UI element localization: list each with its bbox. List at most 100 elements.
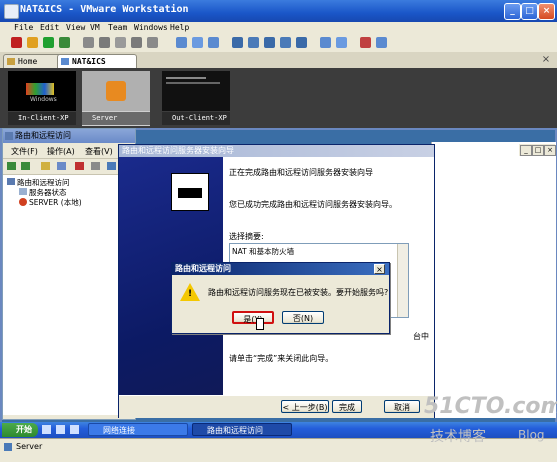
- tab-nat-ics[interactable]: NAT&ICS: [57, 54, 137, 68]
- thumbnail-label: In-Client-XP: [8, 112, 76, 125]
- summary-scrollbar[interactable]: [397, 244, 408, 317]
- team-icon[interactable]: [147, 37, 158, 48]
- console-text-line: [166, 77, 206, 79]
- toolbar: [0, 35, 557, 53]
- mmc-menu-action[interactable]: 操作(A): [47, 146, 75, 157]
- record-icon[interactable]: [376, 37, 387, 48]
- taskbar-item-rras[interactable]: 路由和远程访问: [192, 423, 292, 436]
- show-tree-icon[interactable]: [57, 162, 66, 170]
- folder-up-icon[interactable]: [41, 162, 50, 170]
- console-tree: 路由和远程访问 服务器状态 SERVER (本地): [3, 175, 135, 415]
- mmc-window: 路由和远程访问 文件(F) 操作(A) 查看(V) 路由和远程访问 服务器状态 …: [2, 128, 136, 420]
- tab-home-label: Home: [18, 57, 38, 66]
- behind-text: 台中: [413, 332, 429, 341]
- mmc-menu-view[interactable]: 查看(V): [85, 146, 113, 157]
- pause-icon[interactable]: [27, 37, 38, 48]
- mouse-cursor-icon: [256, 318, 264, 330]
- home-icon: [7, 58, 15, 65]
- windows-logo-text: Windows: [30, 96, 57, 103]
- mmc-menu-file[interactable]: 文件(F): [11, 146, 38, 157]
- tab-bar: Home NAT&ICS ×: [0, 52, 557, 69]
- vmware-logo-icon: [106, 81, 126, 101]
- vm-screen-preview: [82, 71, 150, 111]
- network-icon[interactable]: [192, 37, 203, 48]
- tree-item-server-local[interactable]: SERVER (本地): [29, 197, 82, 208]
- dialog-title: 路由和远程访问: [172, 263, 389, 275]
- confirm-dialog: 路由和远程访问 × ! 路由和远程访问服务现在已被安装。要开始服务吗? 是(Y)…: [171, 262, 390, 334]
- summary-icon[interactable]: [208, 37, 219, 48]
- snapshot-icon[interactable]: [83, 37, 94, 48]
- guest-close-button[interactable]: ×: [544, 145, 556, 156]
- vmware-app-icon: [4, 4, 19, 19]
- reset-icon[interactable]: [59, 37, 70, 48]
- menu-file[interactable]: File: [14, 23, 33, 32]
- forward-arrow-icon[interactable]: [21, 162, 30, 170]
- menu-view[interactable]: View: [66, 23, 85, 32]
- cancel-button[interactable]: 取消: [384, 400, 420, 413]
- stop-icon[interactable]: [11, 37, 22, 48]
- wizard-success-text: 您已成功完成路由和远程访问服务器安装向导。: [229, 200, 397, 209]
- finish-button[interactable]: 完成: [332, 400, 362, 413]
- vm-screen-preview: [162, 71, 230, 111]
- dialog-close-button[interactable]: ×: [374, 264, 385, 274]
- console-text-line: [166, 82, 220, 84]
- sidebar-toggle-icon[interactable]: [296, 37, 307, 48]
- vm-icon: [61, 58, 69, 65]
- server-down-icon: [19, 198, 27, 206]
- wizard-title: 路由和远程访问服务器安装向导: [119, 145, 434, 157]
- properties-icon[interactable]: [91, 162, 100, 170]
- guest-minimize-button[interactable]: _: [520, 145, 532, 156]
- close-tab-button[interactable]: ×: [540, 54, 552, 66]
- guest-maximize-button[interactable]: □: [532, 145, 544, 156]
- settings-icon[interactable]: [176, 37, 187, 48]
- thumbnail-server[interactable]: Server: [82, 71, 150, 126]
- thumbnail-label: Out-Client-XP: [162, 112, 230, 125]
- window-title: NAT&ICS - VMware Workstation: [20, 4, 189, 15]
- back-button[interactable]: < 上一步(B): [281, 400, 329, 413]
- vm-status-icon: [4, 443, 12, 451]
- yes-button[interactable]: 是(Y): [232, 311, 274, 324]
- back-arrow-icon[interactable]: [7, 162, 16, 170]
- revert-icon[interactable]: [99, 37, 110, 48]
- quick-launch-icon[interactable]: [70, 425, 79, 434]
- close-button[interactable]: ×: [538, 3, 555, 20]
- thumbnail-bar-icon[interactable]: [336, 37, 347, 48]
- summary-text: NAT 和基本防火墙: [232, 247, 295, 256]
- title-bar: NAT&ICS - VMware Workstation _ □ ×: [0, 0, 557, 22]
- mmc-toolbar: [3, 158, 135, 175]
- capture-icon[interactable]: [360, 37, 371, 48]
- full-screen-icon[interactable]: [232, 37, 243, 48]
- guest-window-controls: _ □ ×: [519, 144, 556, 156]
- no-button[interactable]: 否(N): [282, 311, 324, 324]
- play-icon[interactable]: [43, 37, 54, 48]
- quick-launch-icon[interactable]: [42, 425, 51, 434]
- snapshot-manager-icon[interactable]: [115, 37, 126, 48]
- menu-team[interactable]: Team: [108, 23, 127, 32]
- taskbar-item-network[interactable]: 网络连接: [88, 423, 188, 436]
- thumbnail-label: Server: [82, 112, 150, 125]
- menu-help[interactable]: Help: [170, 23, 189, 32]
- start-button[interactable]: 开始: [2, 423, 38, 437]
- minimize-button[interactable]: _: [504, 3, 521, 20]
- console-view-icon[interactable]: [264, 37, 275, 48]
- menu-windows[interactable]: Windows: [134, 23, 168, 32]
- clone-icon[interactable]: [131, 37, 142, 48]
- maximize-button[interactable]: □: [521, 3, 538, 20]
- summary-label: 选择摘要:: [229, 232, 264, 241]
- tab-nat-ics-label: NAT&ICS: [72, 57, 106, 66]
- thumbnail-out-client-xp[interactable]: Out-Client-XP: [162, 71, 230, 126]
- dialog-message: 路由和远程访问服务现在已被安装。要开始服务吗?: [208, 288, 389, 297]
- quick-switch-icon[interactable]: [248, 37, 259, 48]
- status-vm-name: Server: [16, 442, 43, 451]
- quick-launch-icon[interactable]: [56, 425, 65, 434]
- menu-edit[interactable]: Edit: [40, 23, 59, 32]
- thumbnail-in-client-xp[interactable]: Windows In-Client-XP: [8, 71, 76, 126]
- mmc-title: 路由和远程访问: [3, 129, 135, 143]
- refresh-icon[interactable]: [107, 162, 116, 170]
- vm-list-icon[interactable]: [320, 37, 331, 48]
- windows-logo-icon: [26, 83, 54, 95]
- thumbnail-view-icon[interactable]: [280, 37, 291, 48]
- delete-icon[interactable]: [75, 162, 84, 170]
- menu-vm[interactable]: VM: [90, 23, 100, 32]
- mmc-menu-bar: 文件(F) 操作(A) 查看(V): [3, 144, 135, 158]
